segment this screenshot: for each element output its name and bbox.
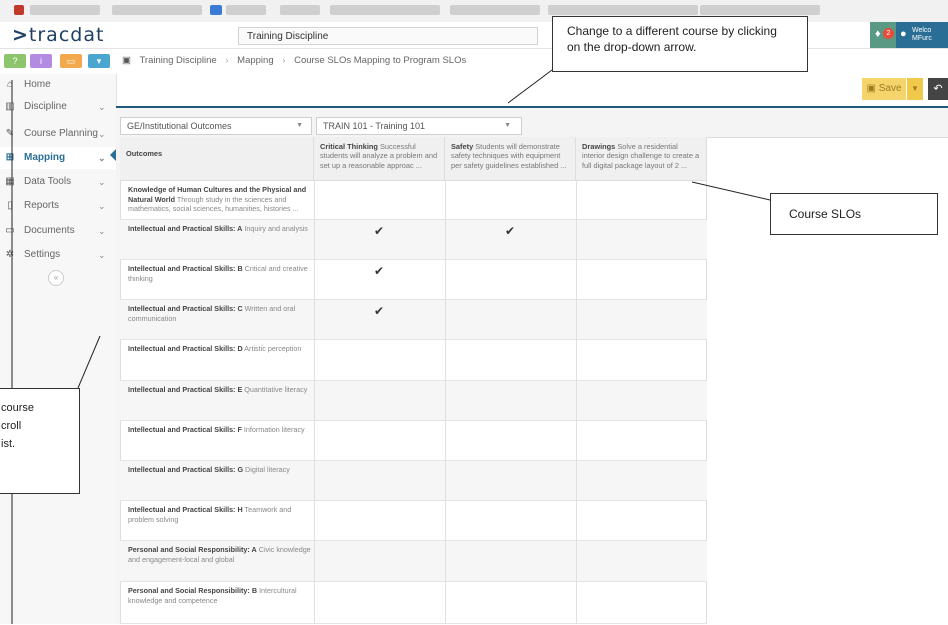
callout-text: course	[1, 402, 35, 414]
callout-text: ist.	[1, 438, 16, 450]
left-callout: course croll ist.	[0, 388, 80, 494]
callout-leader-lines	[11, 69, 771, 624]
leader-line	[507, 69, 553, 104]
callout-text: croll	[1, 420, 22, 432]
leader-line	[77, 335, 101, 389]
course-slos-callout: Course SLOs	[770, 193, 938, 235]
change-course-callout: Change to a different course by clicking…	[552, 16, 808, 72]
callout-text: Change to a different course by clicking…	[567, 24, 777, 54]
leader-line	[691, 181, 771, 201]
callout-text: Course SLOs	[789, 207, 862, 221]
